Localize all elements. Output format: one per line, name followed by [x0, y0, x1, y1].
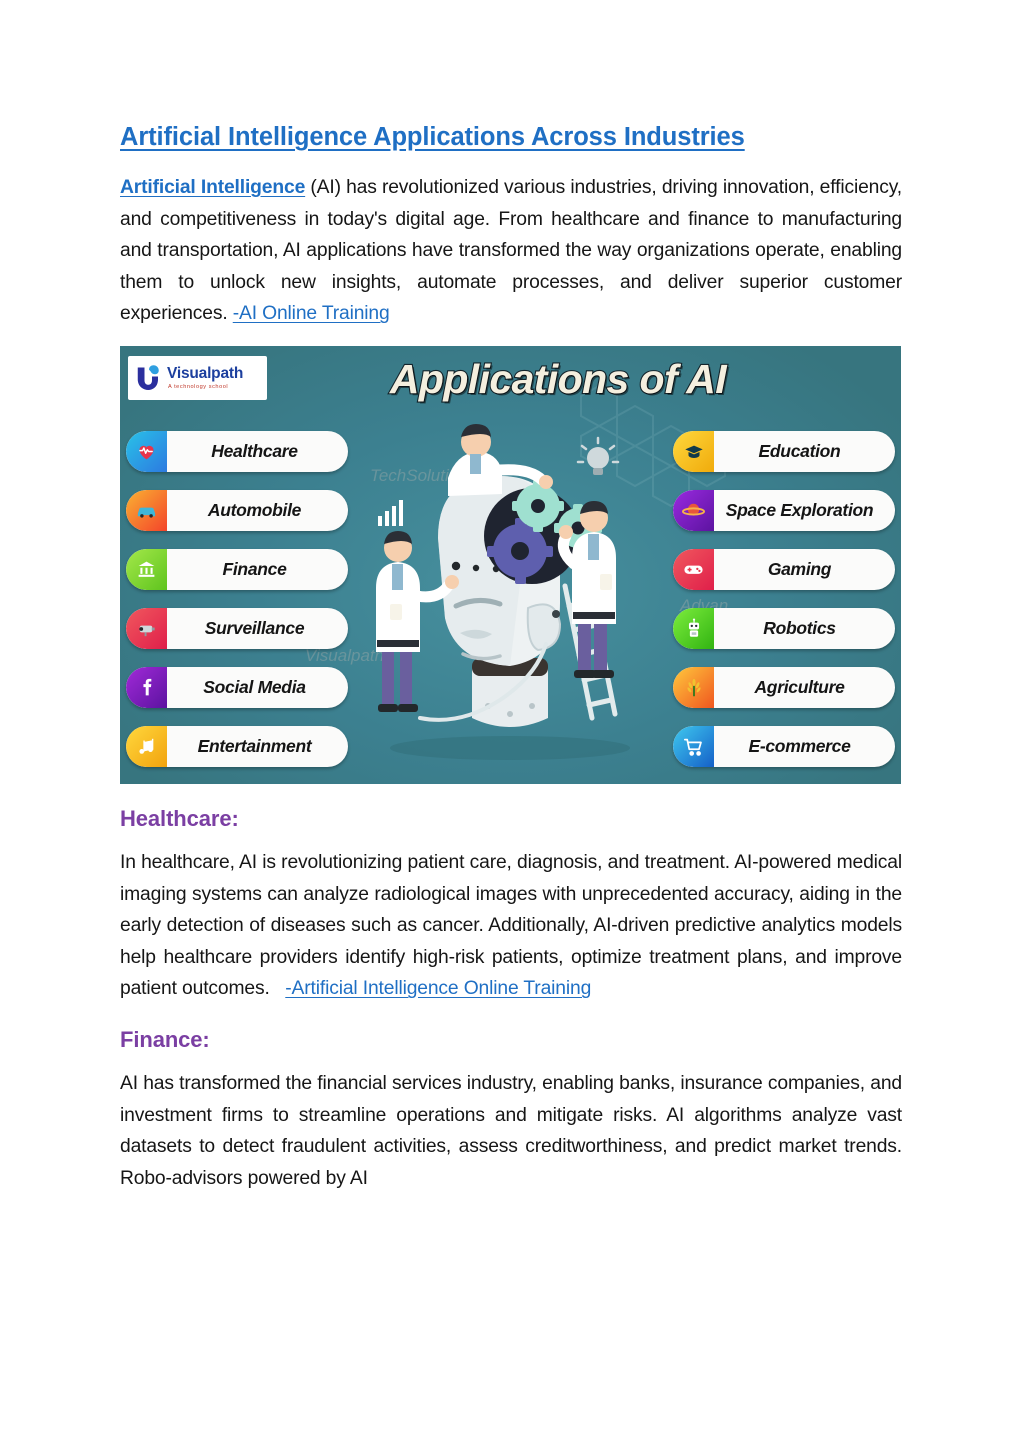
application-pill-social-media[interactable]: Social Media — [126, 667, 348, 709]
application-label: Gaming — [767, 559, 832, 580]
application-pill-healthcare[interactable]: Healthcare — [126, 431, 348, 473]
application-pill-education[interactable]: Education — [673, 431, 895, 473]
application-pill-agriculture[interactable]: Agriculture — [673, 667, 895, 709]
ai-robot-head-illustration — [376, 424, 630, 761]
application-pill-automobile[interactable]: Automobile — [126, 490, 348, 532]
left-applications-column: Healthcare Automobile Finance Surveillan… — [126, 431, 348, 784]
ai-online-training-link[interactable]: -AI Online Training — [233, 303, 390, 324]
application-label: Healthcare — [211, 441, 298, 462]
lightbulb-icon — [576, 436, 620, 476]
application-pill-surveillance[interactable]: Surveillance — [126, 608, 348, 650]
car-icon — [126, 490, 167, 532]
wheat-icon — [673, 667, 714, 709]
healthcare-paragraph: In healthcare, AI is revolutionizing pat… — [120, 847, 902, 1005]
intro-paragraph: Artificial Intelligence (AI) has revolut… — [120, 172, 902, 330]
application-label: Automobile — [207, 500, 302, 521]
application-label: E-commerce — [748, 736, 851, 757]
application-label: Space Exploration — [725, 500, 874, 521]
application-pill-e-commerce[interactable]: E-commerce — [673, 726, 895, 768]
application-pill-space-exploration[interactable]: Space Exploration — [673, 490, 895, 532]
application-label: Finance — [222, 559, 287, 580]
application-label: Robotics — [763, 618, 836, 639]
infographic-title: Applications of AI — [389, 355, 728, 403]
application-label: Agriculture — [754, 677, 845, 698]
music-note-icon — [126, 726, 167, 768]
bank-icon — [126, 549, 167, 591]
visualpath-logo: Visualpath A technology school — [128, 356, 267, 401]
facebook-icon — [126, 667, 167, 709]
application-label: Education — [758, 441, 841, 462]
logo-tagline: A technology school — [168, 383, 229, 390]
artificial-intelligence-link[interactable]: Artificial Intelligence — [120, 177, 305, 198]
heart-pulse-icon — [126, 431, 167, 473]
artificial-intelligence-online-training-link[interactable]: -Artificial Intelligence Online Training — [285, 978, 591, 999]
application-label: Entertainment — [197, 736, 312, 757]
document-content: Artificial Intelligence Applications Acr… — [120, 122, 902, 1198]
graduation-cap-icon — [673, 431, 714, 473]
application-pill-robotics[interactable]: Robotics — [673, 608, 895, 650]
logo-name: Visualpath — [167, 365, 244, 382]
applications-of-ai-infographic: TechSolution Visualpath Advan Visualpath… — [120, 346, 901, 785]
section-heading-finance: Finance: — [120, 1027, 210, 1053]
application-pill-finance[interactable]: Finance — [126, 549, 348, 591]
v-logo-icon — [134, 363, 164, 393]
document-page: Artificial Intelligence Applications Acr… — [0, 0, 1023, 1447]
application-pill-entertainment[interactable]: Entertainment — [126, 726, 348, 768]
application-pill-gaming[interactable]: Gaming — [673, 549, 895, 591]
planet-icon — [673, 490, 714, 532]
application-label: Surveillance — [204, 618, 305, 639]
cctv-camera-icon — [126, 608, 167, 650]
finance-paragraph: AI has transformed the financial service… — [120, 1073, 902, 1189]
right-applications-column: Education Space Exploration Gaming Robot… — [673, 431, 895, 784]
application-label: Social Media — [203, 677, 306, 698]
gamepad-icon — [673, 549, 714, 591]
section-heading-healthcare: Healthcare: — [120, 806, 239, 832]
page-title: Artificial Intelligence Applications Acr… — [120, 123, 745, 151]
shopping-cart-icon — [673, 726, 714, 768]
robot-icon — [673, 608, 714, 650]
